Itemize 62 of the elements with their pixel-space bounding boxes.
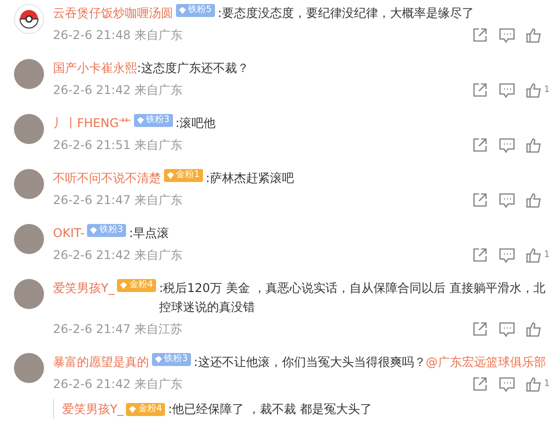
- thumb-up-icon[interactable]: [526, 321, 542, 337]
- comment-icon[interactable]: [499, 192, 515, 208]
- ball-avatar-icon[interactable]: [14, 4, 44, 34]
- fan-badge[interactable]: 金粉4: [117, 279, 156, 292]
- fan-badge[interactable]: 金粉1: [164, 169, 203, 182]
- comment-time: 26-2-6 21:42 来自广东: [53, 247, 182, 264]
- user-name[interactable]: 暴富的愿望是真的: [53, 353, 149, 372]
- comment-time: 26-2-6 21:47 来自广东: [53, 192, 182, 209]
- comment-time: 26-2-6 21:42 来自广东: [53, 82, 182, 99]
- comment-time: 26-2-6 21:51 来自广东: [53, 137, 182, 154]
- share-icon[interactable]: [472, 137, 488, 153]
- comment-icon[interactable]: [499, 376, 515, 392]
- thumb-up-icon[interactable]: [526, 137, 542, 153]
- user-name[interactable]: 云吞煲仔饭炒咖喱汤圆: [53, 4, 173, 23]
- user-name[interactable]: 爱笑男孩Y_: [62, 400, 124, 418]
- comment-text: :早点滚: [129, 225, 170, 242]
- thumb-up-icon[interactable]: [526, 376, 542, 392]
- thumb-up-icon[interactable]: [526, 82, 542, 98]
- comment-time: 26-2-6 21:47 来自江苏: [53, 321, 182, 338]
- comment-text: :这还不让他滚，你们当冤大头当得很爽吗？: [194, 354, 426, 371]
- user-name[interactable]: 丿丨FHENG艹: [53, 114, 131, 133]
- reply-text: :他已经保障了 ，裁不裁 都是冤大头了: [168, 400, 372, 418]
- user-name[interactable]: 爱笑男孩Y_: [53, 279, 114, 298]
- comment-icon[interactable]: [499, 82, 515, 98]
- user-name[interactable]: 国产小卡崔永熙: [53, 59, 137, 78]
- share-icon[interactable]: [472, 247, 488, 263]
- comment-icon[interactable]: [499, 322, 515, 336]
- fan-badge[interactable]: 金粉4: [126, 402, 166, 416]
- thumb-up-icon[interactable]: [526, 247, 542, 263]
- share-icon[interactable]: [472, 82, 488, 98]
- like-count: 1: [544, 249, 551, 262]
- comment-text: :税后120万 美金 ，真恶心说实话，自从保障合同以后 直接躺平滑水，北控球迷说的真没错: [159, 280, 546, 316]
- thumb-up-icon[interactable]: [526, 192, 542, 208]
- avatar-photo-placeholder[interactable]: [14, 59, 44, 89]
- avatar-photo-placeholder[interactable]: [14, 169, 44, 199]
- fan-badge[interactable]: 铁粉5: [176, 4, 215, 17]
- avatar-photo-placeholder[interactable]: [14, 353, 44, 383]
- share-icon[interactable]: [472, 27, 488, 43]
- avatar-photo-placeholder[interactable]: [14, 279, 44, 309]
- like-count: 1: [544, 84, 551, 97]
- fan-badge[interactable]: 铁粉3: [152, 353, 191, 366]
- avatar-photo-placeholder[interactable]: [14, 224, 44, 254]
- fan-badge[interactable]: 铁粉3: [134, 114, 173, 127]
- comment-icon[interactable]: [499, 28, 515, 42]
- share-icon[interactable]: [472, 192, 488, 208]
- fan-badge[interactable]: 铁粉3: [87, 224, 126, 237]
- share-icon[interactable]: [472, 376, 488, 392]
- comment-text: :萨林杰赶紧滚吧: [206, 170, 295, 187]
- comment-text: :要态度没态度，要纪律没纪律，大概率是缘尽了: [218, 5, 475, 22]
- mention-link[interactable]: @广东宏远篮球俱乐部: [426, 353, 546, 372]
- comment-text: :滚吧他: [176, 115, 217, 132]
- user-name[interactable]: 不听不问不说不清楚: [53, 169, 161, 188]
- thumb-up-icon[interactable]: [526, 27, 542, 43]
- like-count: 1: [544, 378, 551, 391]
- comment-icon[interactable]: [499, 248, 515, 262]
- user-name[interactable]: OKIT-: [53, 224, 84, 243]
- share-icon[interactable]: [472, 321, 488, 337]
- comment-icon[interactable]: [499, 138, 515, 152]
- comment-time: 26-2-6 21:48 来自广东: [53, 27, 182, 44]
- comment-time: 26-2-6 21:42 来自广东: [53, 376, 182, 393]
- comment-text: :这态度广东还不裁？: [137, 60, 250, 77]
- avatar-photo-placeholder[interactable]: [14, 114, 44, 144]
